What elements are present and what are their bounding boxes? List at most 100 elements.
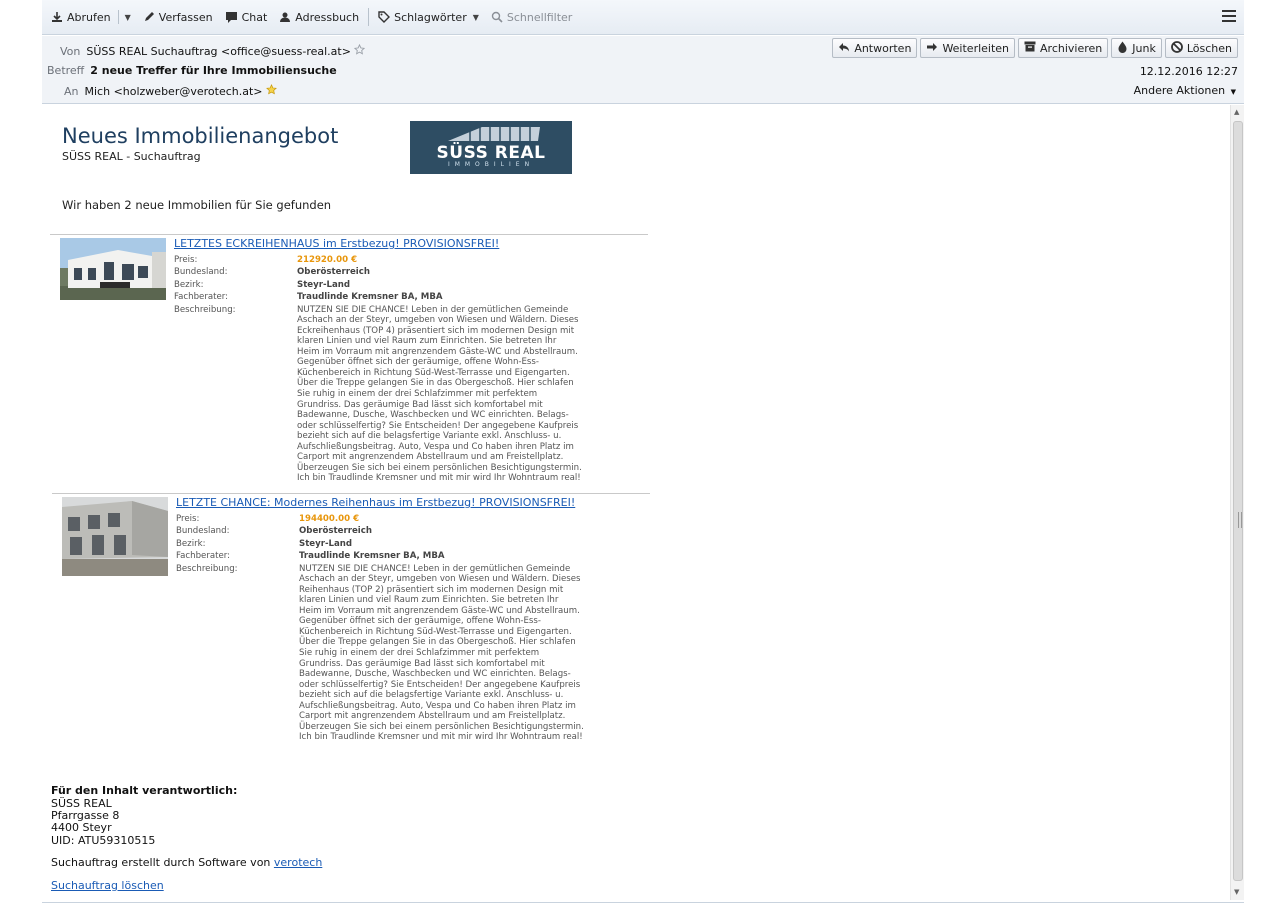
district-value: Steyr-Land <box>297 279 351 290</box>
district-value: Steyr-Land <box>299 538 353 549</box>
subject-label: Betreff <box>47 64 85 77</box>
filter-icon <box>491 11 503 23</box>
tags-label: Schlagwörter <box>394 10 467 24</box>
chevron-down-icon: ▼ <box>472 12 479 22</box>
compose-button[interactable]: Verfassen <box>137 6 219 28</box>
forward-icon <box>926 42 938 55</box>
mail-window: Abrufen ▼ Verfassen Chat Adressbuch Schl… <box>42 0 1244 904</box>
price-label: Preis: <box>174 255 198 265</box>
get-mail-button[interactable]: Abrufen ▼ <box>45 6 137 28</box>
addressbook-icon <box>279 11 291 23</box>
grip-icon <box>1238 512 1242 528</box>
star-outline-icon[interactable] <box>353 43 366 58</box>
footer-heading: Für den Inhalt verantwortlich: <box>51 784 238 797</box>
reply-icon <box>838 42 850 55</box>
footer-city: 4400 Steyr <box>51 821 112 834</box>
more-actions-label: Andere Aktionen <box>1133 84 1226 97</box>
state-label: Bundesland: <box>176 526 230 537</box>
district-label: Bezirk: <box>176 538 206 549</box>
archive-label: Archivieren <box>1040 41 1103 55</box>
toolbar-divider <box>368 8 370 26</box>
advisor-label: Fachberater: <box>174 292 229 303</box>
company-logo: SÜSS REAL IMMOBILIEN <box>410 121 572 174</box>
pencil-icon <box>143 11 155 23</box>
district-label: Bezirk: <box>174 279 204 290</box>
advisor-label: Fachberater: <box>176 551 231 562</box>
archive-button[interactable]: Archivieren <box>1018 38 1109 58</box>
newsletter-subtitle: SÜSS REAL - Suchauftrag <box>62 150 201 163</box>
delete-icon <box>1170 40 1183 56</box>
description-label: Beschreibung: <box>174 304 236 315</box>
quick-filter-label: Schnellfilter <box>506 10 573 24</box>
footer-uid: UID: ATU59310515 <box>51 834 156 847</box>
scroll-up-icon[interactable]: ▲ <box>1234 108 1239 116</box>
junk-button[interactable]: Junk <box>1111 38 1162 58</box>
listing-title-link[interactable]: LETZTES ECKREIHENHAUS im Erstbezug! PROV… <box>174 237 499 250</box>
verotech-link[interactable]: verotech <box>274 856 322 869</box>
property-photo[interactable] <box>60 238 166 300</box>
intro-text: Wir haben 2 neue Immobilien für Sie gefu… <box>62 198 332 212</box>
description-text: NUTZEN SIE DIE CHANCE! Leben in der gemü… <box>297 304 582 484</box>
chat-label: Chat <box>241 10 268 24</box>
state-label: Bundesland: <box>174 267 228 278</box>
quick-filter-button[interactable]: Schnellfilter <box>485 6 578 28</box>
listing-item: LETZTES ECKREIHENHAUS im Erstbezug! PROV… <box>50 234 648 489</box>
delete-search-link[interactable]: Suchauftrag löschen <box>51 879 164 892</box>
junk-label: Junk <box>1132 41 1156 55</box>
to-label: An <box>64 84 79 98</box>
vertical-scrollbar[interactable]: ▲ ▼ <box>1230 105 1244 900</box>
description-text: NUTZEN SIE DIE CHANCE! Leben in der gemü… <box>299 563 584 743</box>
property-photo[interactable] <box>62 497 168 576</box>
from-value[interactable]: SÜSS REAL Suchauftrag <office@suess-real… <box>86 45 351 58</box>
advisor-value: Traudlinde Kremsner BA, MBA <box>299 551 445 562</box>
addressbook-label: Adressbuch <box>295 10 360 24</box>
main-toolbar: Abrufen ▼ Verfassen Chat Adressbuch Schl… <box>42 0 1244 35</box>
junk-icon <box>1117 41 1128 56</box>
subject-value: 2 neue Treffer für Ihre Immobiliensuche <box>90 64 337 77</box>
get-mail-label: Abrufen <box>67 10 111 24</box>
message-header: Von SÜSS REAL Suchauftrag <office@suess-… <box>42 36 1244 104</box>
message-body: Neues Immobilienangebot SÜSS REAL - Such… <box>42 105 1230 900</box>
listing-title-link[interactable]: LETZTE CHANCE: Modernes Reihenhaus im Er… <box>176 496 575 509</box>
footer-delete-line: Suchauftrag löschen <box>51 879 164 892</box>
to-value[interactable]: Mich <holzweber@verotech.at> <box>85 85 263 98</box>
from-row: Von SÜSS REAL Suchauftrag <office@suess-… <box>60 43 366 58</box>
addressbook-button[interactable]: Adressbuch <box>273 6 365 28</box>
bottom-divider <box>42 902 1244 903</box>
compose-label: Verfassen <box>158 10 213 24</box>
hamburger-menu-icon[interactable] <box>1222 10 1236 22</box>
footer-software-line: Suchauftrag erstellt durch Software von … <box>51 856 322 869</box>
description-label: Beschreibung: <box>176 563 238 574</box>
delete-label: Löschen <box>1186 41 1232 55</box>
scroll-down-icon[interactable]: ▼ <box>1234 888 1239 896</box>
message-actions: Antworten Weiterleiten Archivieren Junk … <box>832 38 1238 58</box>
price-label: Preis: <box>176 514 200 524</box>
tag-icon <box>378 11 391 23</box>
logo-sub-text: IMMOBILIEN <box>447 161 535 168</box>
forward-button[interactable]: Weiterleiten <box>920 38 1016 58</box>
state-value: Oberösterreich <box>299 526 372 537</box>
archive-icon <box>1024 41 1036 55</box>
tags-button[interactable]: Schlagwörter ▼ <box>372 6 485 28</box>
newsletter-title: Neues Immobilienangebot <box>62 124 339 148</box>
reply-label: Antworten <box>854 41 912 55</box>
download-icon <box>51 11 63 23</box>
forward-label: Weiterleiten <box>942 41 1010 55</box>
chevron-down-icon: ▼ <box>1230 88 1236 96</box>
scrollbar-thumb[interactable] <box>1233 121 1243 881</box>
chat-icon <box>225 11 238 23</box>
reply-button[interactable]: Antworten <box>832 38 918 58</box>
subject-row: Betreff 2 neue Treffer für Ihre Immobili… <box>47 64 337 77</box>
more-actions-button[interactable]: Andere Aktionen ▼ <box>1134 84 1236 97</box>
split-divider <box>117 10 119 24</box>
price-value: 212920.00 € <box>297 255 358 265</box>
star-filled-icon[interactable] <box>265 84 277 98</box>
footer-software-prefix: Suchauftrag erstellt durch Software von <box>51 856 271 869</box>
from-label: Von <box>60 44 81 58</box>
price-value: 194400.00 € <box>299 514 360 524</box>
chat-button[interactable]: Chat <box>219 6 274 28</box>
to-row: An Mich <holzweber@verotech.at> <box>64 84 277 98</box>
delete-button[interactable]: Löschen <box>1164 38 1238 58</box>
state-value: Oberösterreich <box>297 267 370 278</box>
chevron-down-icon[interactable]: ▼ <box>125 13 131 22</box>
